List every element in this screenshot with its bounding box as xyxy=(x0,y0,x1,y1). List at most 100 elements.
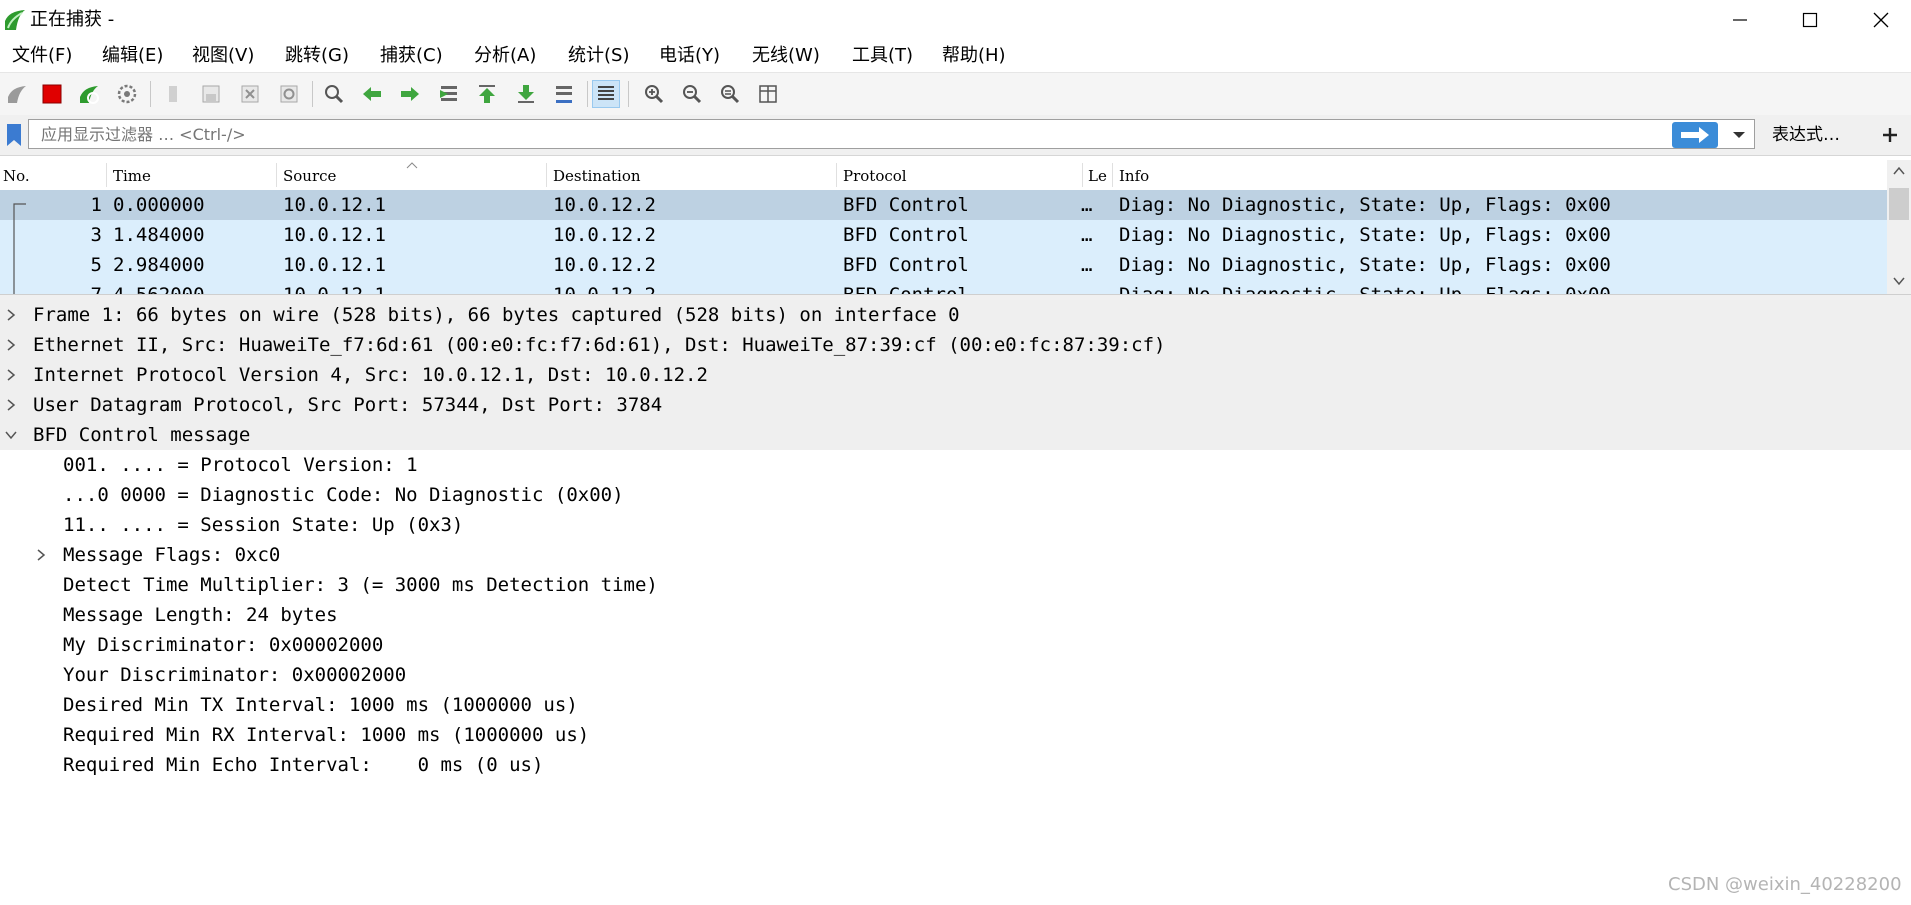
tree-item-ipv4[interactable]: Internet Protocol Version 4, Src: 10.0.1… xyxy=(0,360,1911,390)
stop-capture-button[interactable] xyxy=(38,80,66,108)
packet-row[interactable]: 1 0.000000 10.0.12.1 10.0.12.2 BFD Contr… xyxy=(0,190,1887,220)
menu-telephony[interactable]: 电话(Y) xyxy=(657,45,722,67)
menu-statistics[interactable]: 统计(S) xyxy=(566,45,631,67)
save-file-button[interactable] xyxy=(197,80,225,108)
column-header-info[interactable]: Info xyxy=(1119,166,1149,186)
maximize-button[interactable] xyxy=(1780,4,1840,36)
column-header-time[interactable]: Time xyxy=(113,166,151,186)
packet-info: Diag: No Diagnostic, State: Up, Flags: 0… xyxy=(1119,194,1611,216)
column-divider[interactable] xyxy=(276,163,277,187)
scroll-down-icon[interactable] xyxy=(1893,276,1905,286)
tree-item-field[interactable]: Detect Time Multiplier: 3 (= 3000 ms Det… xyxy=(0,570,1911,600)
restart-capture-button[interactable] xyxy=(75,80,103,108)
open-file-button[interactable] xyxy=(160,80,188,108)
go-back-button[interactable] xyxy=(358,80,386,108)
packet-destination: 10.0.12.2 xyxy=(553,254,656,276)
capture-options-button[interactable] xyxy=(113,80,141,108)
tree-item-label: Detect Time Multiplier: 3 (= 3000 ms Det… xyxy=(63,574,658,596)
tree-item-field[interactable]: ...0 0000 = Diagnostic Code: No Diagnost… xyxy=(0,480,1911,510)
tree-item-field[interactable]: Your Discriminator: 0x00002000 xyxy=(0,660,1911,690)
resize-columns-button[interactable] xyxy=(754,80,782,108)
tree-item-field[interactable]: Required Min RX Interval: 1000 ms (10000… xyxy=(0,720,1911,750)
go-forward-icon xyxy=(401,87,419,101)
tree-item-bfd[interactable]: BFD Control message xyxy=(0,420,1911,450)
menu-wireless[interactable]: 无线(W) xyxy=(750,45,822,67)
packet-protocol: BFD Control xyxy=(843,284,969,295)
chevron-right-icon[interactable] xyxy=(4,338,18,352)
auto-scroll-button[interactable] xyxy=(550,80,578,108)
tree-item-field[interactable]: 001. .... = Protocol Version: 1 xyxy=(0,450,1911,480)
column-divider[interactable] xyxy=(1082,163,1083,187)
apply-filter-button[interactable] xyxy=(1672,122,1718,148)
column-divider[interactable] xyxy=(836,163,837,187)
tree-item-field[interactable]: My Discriminator: 0x00002000 xyxy=(0,630,1911,660)
packet-destination: 10.0.12.2 xyxy=(553,224,656,246)
chevron-right-icon[interactable] xyxy=(4,368,18,382)
packet-row[interactable]: 5 2.984000 10.0.12.1 10.0.12.2 BFD Contr… xyxy=(0,250,1887,280)
go-forward-button[interactable] xyxy=(396,80,424,108)
zoom-out-button[interactable] xyxy=(678,80,706,108)
column-divider[interactable] xyxy=(106,163,107,187)
start-capture-button[interactable] xyxy=(3,80,31,108)
zoom-in-button[interactable] xyxy=(640,80,668,108)
find-packet-icon xyxy=(325,85,344,104)
tree-item-field[interactable]: 11.. .... = Session State: Up (0x3) xyxy=(0,510,1911,540)
packet-row[interactable]: 7 4.562000 10.0.12.1 10.0.12.2 BFD Contr… xyxy=(0,280,1887,295)
column-header-destination[interactable]: Destination xyxy=(553,166,641,186)
tree-item-ethernet[interactable]: Ethernet II, Src: HuaweiTe_f7:6d:61 (00:… xyxy=(0,330,1911,360)
filter-history-dropdown[interactable] xyxy=(1726,123,1752,147)
column-header-source[interactable]: Source xyxy=(283,166,336,186)
chevron-down-icon[interactable] xyxy=(4,428,18,442)
normal-size-button[interactable] xyxy=(716,80,744,108)
column-header-no[interactable]: No. xyxy=(3,166,30,186)
tree-item-field[interactable]: Desired Min TX Interval: 1000 ms (100000… xyxy=(0,690,1911,720)
column-header-protocol[interactable]: Protocol xyxy=(843,166,907,186)
packet-list-scrollbar[interactable] xyxy=(1887,160,1911,294)
last-packet-button[interactable] xyxy=(512,80,540,108)
tree-item-udp[interactable]: User Datagram Protocol, Src Port: 57344,… xyxy=(0,390,1911,420)
tree-item-label: Required Min Echo Interval: 0 ms (0 us) xyxy=(63,754,544,776)
close-icon xyxy=(1873,12,1889,28)
column-divider[interactable] xyxy=(546,163,547,187)
find-packet-button[interactable] xyxy=(320,80,348,108)
column-header-length[interactable]: Le xyxy=(1088,166,1107,186)
menu-help[interactable]: 帮助(H) xyxy=(940,45,1008,67)
chevron-right-icon[interactable] xyxy=(34,548,48,562)
menu-tools[interactable]: 工具(T) xyxy=(850,45,915,67)
expression-button[interactable]: 表达式… xyxy=(1772,124,1840,146)
column-divider[interactable] xyxy=(1112,163,1113,187)
close-window-button[interactable] xyxy=(1851,4,1911,36)
packet-destination: 10.0.12.2 xyxy=(553,194,656,216)
go-to-packet-button[interactable] xyxy=(435,80,463,108)
menu-view[interactable]: 视图(V) xyxy=(190,45,256,67)
toolbar-separator xyxy=(628,81,629,107)
filter-bookmark-icon[interactable] xyxy=(6,123,22,147)
first-packet-button[interactable] xyxy=(473,80,501,108)
tree-item-field[interactable]: Required Min Echo Interval: 0 ms (0 us) xyxy=(0,750,1911,780)
chevron-right-icon[interactable] xyxy=(4,308,18,322)
menu-capture[interactable]: 捕获(C) xyxy=(378,45,445,67)
packet-row[interactable]: 3 1.484000 10.0.12.1 10.0.12.2 BFD Contr… xyxy=(0,220,1887,250)
display-filter-bar: 表达式… xyxy=(0,115,1911,156)
menu-go[interactable]: 跳转(G) xyxy=(283,45,351,67)
packet-no: 1 xyxy=(90,194,102,216)
scrollbar-thumb[interactable] xyxy=(1889,188,1909,220)
scroll-up-icon[interactable] xyxy=(1893,166,1905,176)
toolbar-separator xyxy=(587,81,588,107)
menu-edit[interactable]: 编辑(E) xyxy=(100,45,165,67)
tree-item-label: Desired Min TX Interval: 1000 ms (100000… xyxy=(63,694,578,716)
tree-item-message-flags[interactable]: Message Flags: 0xc0 xyxy=(0,540,1911,570)
display-filter-input[interactable] xyxy=(28,119,1755,149)
menu-analyze[interactable]: 分析(A) xyxy=(472,45,538,67)
sort-ascending-icon xyxy=(406,162,418,169)
tree-item-frame[interactable]: Frame 1: 66 bytes on wire (528 bits), 66… xyxy=(0,300,1911,330)
close-file-button[interactable] xyxy=(236,80,264,108)
add-filter-button[interactable] xyxy=(1876,121,1904,149)
tree-item-field[interactable]: Message Length: 24 bytes xyxy=(0,600,1911,630)
window-title: 正在捕获 - xyxy=(30,9,115,30)
chevron-right-icon[interactable] xyxy=(4,398,18,412)
colorize-button[interactable] xyxy=(592,80,620,108)
menu-file[interactable]: 文件(F) xyxy=(10,45,74,67)
reload-file-button[interactable] xyxy=(275,80,303,108)
minimize-button[interactable] xyxy=(1710,4,1770,36)
